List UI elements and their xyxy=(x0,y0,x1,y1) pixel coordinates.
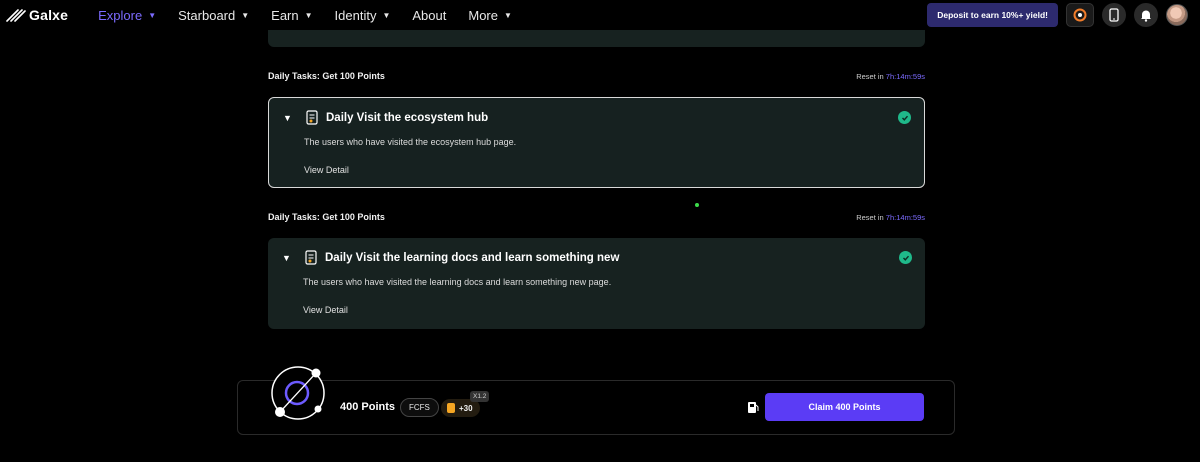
bonus-value: +30 xyxy=(459,403,473,413)
reset-timer: Reset in 7h:14m:59s xyxy=(856,213,925,222)
view-detail-link[interactable]: View Detail xyxy=(304,165,349,175)
fcfs-badge: FCFS xyxy=(400,398,439,417)
gas-fee-icon[interactable] xyxy=(747,401,759,414)
nav-item-explore[interactable]: Explore ▼ xyxy=(98,8,156,23)
multiplier-badge: X1.2 xyxy=(470,391,490,402)
coin-icon xyxy=(447,403,455,413)
nav-item-label: About xyxy=(412,7,447,23)
section-header: Daily Tasks: Get 100 Points Reset in 7h:… xyxy=(268,69,925,83)
nav-menu: Explore ▼ Starboard ▼ Earn ▼ Identity ▼ … xyxy=(98,8,534,23)
galxe-badge-icon xyxy=(1073,8,1087,22)
bell-icon xyxy=(1141,10,1151,22)
document-icon xyxy=(306,110,318,125)
deposit-button[interactable]: Deposit to earn 10%+ yield! xyxy=(927,3,1058,27)
caret-down-icon: ▼ xyxy=(504,10,512,20)
task-description: The users who have visited the ecosystem… xyxy=(304,137,517,147)
nav-item-earn[interactable]: Earn ▼ xyxy=(271,8,312,23)
notifications-button[interactable] xyxy=(1134,3,1158,27)
caret-down-icon: ▼ xyxy=(241,10,250,20)
galxe-logo-icon xyxy=(6,9,26,22)
reset-time: 7h:14m:59s xyxy=(885,71,925,81)
brand-logo[interactable]: Galxe xyxy=(6,7,68,23)
collapse-triangle-icon[interactable]: ▼ xyxy=(282,253,294,263)
nav-item-label: Identity xyxy=(334,7,377,23)
mobile-icon xyxy=(1109,8,1119,22)
galxe-badge-button[interactable] xyxy=(1066,3,1094,27)
nav-item-starboard[interactable]: Starboard ▼ xyxy=(178,8,249,23)
completed-check-icon xyxy=(899,251,912,264)
task-header[interactable]: ▼ Daily Visit the learning docs and lear… xyxy=(282,250,619,265)
nav-item-more[interactable]: More ▼ xyxy=(468,8,512,23)
nav-item-label: More xyxy=(468,7,498,23)
reset-label: Reset in xyxy=(856,71,884,81)
completed-check-icon xyxy=(898,111,911,124)
caret-down-icon: ▼ xyxy=(148,10,157,20)
reset-time: 7h:14m:59s xyxy=(885,212,925,222)
nav-item-about[interactable]: About xyxy=(412,8,446,23)
nav-item-label: Earn xyxy=(271,7,299,23)
task-card[interactable]: ▼ Daily Visit the ecosystem hub The user… xyxy=(268,97,925,188)
task-header[interactable]: ▼ Daily Visit the ecosystem hub xyxy=(283,110,488,125)
nav-item-identity[interactable]: Identity ▼ xyxy=(335,8,391,23)
section-title: Daily Tasks: Get 100 Points xyxy=(268,212,385,222)
points-badge-icon xyxy=(271,366,325,420)
avatar[interactable] xyxy=(1166,4,1188,26)
mobile-app-button[interactable] xyxy=(1102,3,1126,27)
view-detail-link[interactable]: View Detail xyxy=(303,305,348,315)
document-icon xyxy=(305,250,317,265)
task-card[interactable]: ▼ Daily Visit the learning docs and lear… xyxy=(268,238,925,329)
top-nav: Galxe Explore ▼ Starboard ▼ Earn ▼ Ident… xyxy=(0,0,1200,30)
caret-down-icon: ▼ xyxy=(304,10,313,20)
caret-down-icon: ▼ xyxy=(382,10,391,20)
task-description: The users who have visited the learning … xyxy=(303,277,612,287)
task-title: Daily Visit the ecosystem hub xyxy=(326,111,489,124)
section-title: Daily Tasks: Get 100 Points xyxy=(268,71,385,81)
nav-item-label: Explore xyxy=(98,7,143,23)
task-title: Daily Visit the learning docs and learn … xyxy=(325,251,620,264)
section-header: Daily Tasks: Get 100 Points Reset in 7h:… xyxy=(268,210,925,224)
nav-item-label: Starboard xyxy=(178,7,236,23)
claim-points-button[interactable]: Claim 400 Points xyxy=(765,393,924,421)
page: Galxe Explore ▼ Starboard ▼ Earn ▼ Ident… xyxy=(0,0,1200,462)
previous-task-card xyxy=(268,30,925,47)
reset-timer: Reset in 7h:14m:59s xyxy=(856,72,925,81)
collapse-triangle-icon[interactable]: ▼ xyxy=(283,113,295,123)
nav-actions: Deposit to earn 10%+ yield! xyxy=(927,3,1188,27)
points-label: 400 Points xyxy=(340,401,396,413)
reset-label: Reset in xyxy=(856,212,884,222)
status-dot xyxy=(695,203,699,207)
brand-name: Galxe xyxy=(29,7,69,23)
